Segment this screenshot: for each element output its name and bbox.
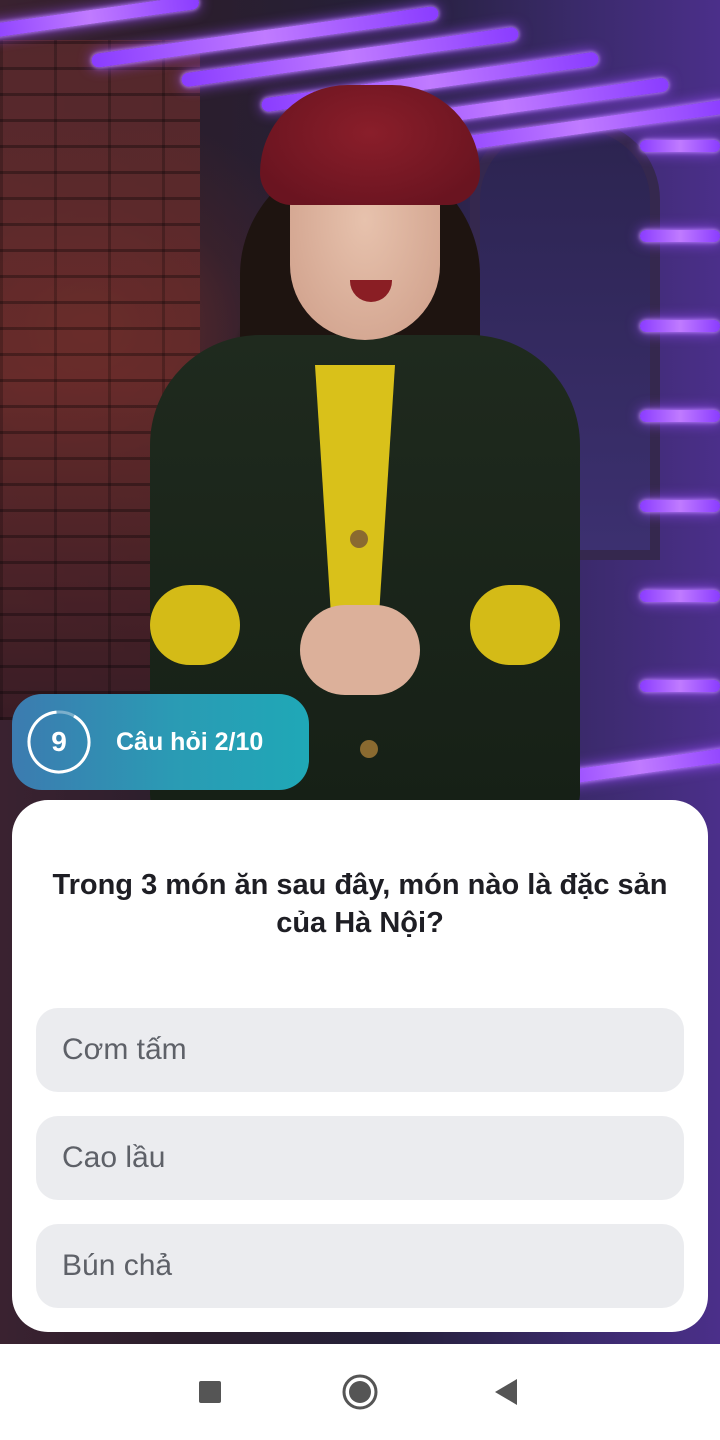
host-hands (300, 605, 420, 695)
question-text: Trong 3 món ăn sau đây, món nào là đặc s… (52, 869, 668, 939)
neon-light (640, 230, 720, 242)
neon-light (640, 590, 720, 602)
neon-light (640, 320, 720, 332)
neon-light (640, 500, 720, 512)
home-circle-icon (342, 1374, 378, 1410)
jacket-button (350, 530, 368, 548)
host-sleeve-right (470, 585, 560, 665)
back-triangle-icon (495, 1379, 517, 1405)
timer-value: 9 (51, 726, 67, 757)
neon-light (640, 410, 720, 422)
neon-light (0, 0, 200, 40)
host-sleeve-left (150, 585, 240, 665)
neon-light (640, 140, 720, 152)
neon-light (640, 680, 720, 692)
jacket-button (360, 740, 378, 758)
recents-button[interactable] (190, 1372, 230, 1412)
home-button[interactable] (340, 1372, 380, 1412)
question-counter: Câu hỏi 2/10 (116, 727, 264, 756)
back-button[interactable] (486, 1372, 526, 1412)
answer-option-2[interactable]: Cao lầu (36, 1116, 684, 1200)
question-card: Trong 3 món ăn sau đây, món nào là đặc s… (12, 800, 708, 1332)
host-beret (260, 85, 480, 205)
recents-square-icon (199, 1381, 221, 1403)
question-badge: 9 Câu hỏi 2/10 (12, 694, 309, 790)
countdown-timer: 9 (26, 709, 92, 775)
answer-option-1[interactable]: Cơm tấm (36, 1008, 684, 1092)
answer-option-3[interactable]: Bún chả (36, 1224, 684, 1308)
quiz-screen: 9 Câu hỏi 2/10 Trong 3 món ăn sau đây, m… (0, 0, 720, 1440)
system-navigation-bar (0, 1344, 720, 1440)
host-mouth (350, 280, 392, 302)
